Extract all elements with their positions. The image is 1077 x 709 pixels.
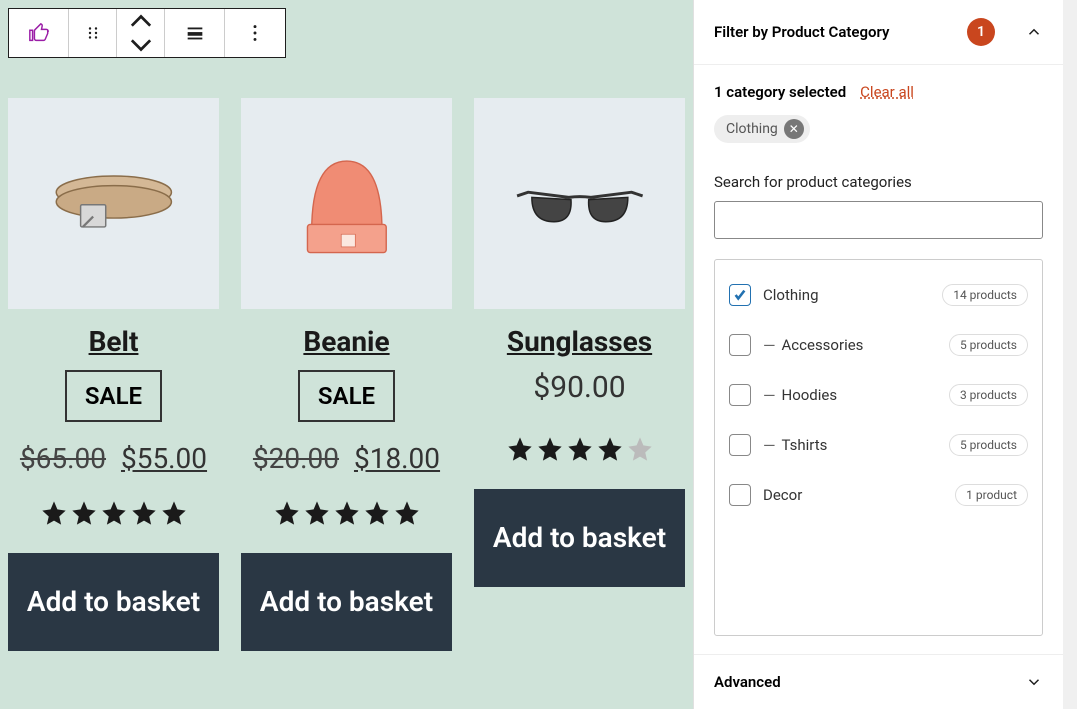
selected-count-text: 1 category selected <box>714 83 846 101</box>
star-icon <box>273 499 301 527</box>
category-count: 1 product <box>955 484 1028 506</box>
category-checkbox[interactable] <box>729 484 751 506</box>
product-rating <box>40 499 188 527</box>
product-card: Belt SALE $65.00 $55.00 Add to basket <box>8 98 219 651</box>
category-checkbox[interactable] <box>729 334 751 356</box>
sale-badge: SALE <box>298 370 395 422</box>
star-icon <box>70 499 98 527</box>
category-count: 5 products <box>949 334 1028 356</box>
drag-handle[interactable] <box>69 9 117 57</box>
star-icon <box>100 499 128 527</box>
more-vertical-icon <box>244 22 266 44</box>
product-title[interactable]: Belt <box>89 325 139 358</box>
move-block[interactable] <box>117 9 165 57</box>
product-image <box>8 98 219 309</box>
price-old: $20.00 <box>253 442 339 475</box>
product-title[interactable]: Sunglasses <box>507 325 652 358</box>
selection-count-badge: 1 <box>967 18 995 46</box>
category-name: Clothing <box>763 286 942 304</box>
product-title[interactable]: Beanie <box>303 325 389 358</box>
category-checkbox[interactable] <box>729 284 751 306</box>
star-icon <box>626 435 654 463</box>
price-old: $65.00 <box>20 442 106 475</box>
category-row: — Tshirts 5 products <box>729 420 1028 470</box>
category-count: 3 products <box>949 384 1028 406</box>
category-row: — Hoodies 3 products <box>729 370 1028 420</box>
product-image <box>474 98 685 309</box>
star-icon <box>333 499 361 527</box>
product-rating <box>273 499 421 527</box>
price-new: $18.00 <box>354 442 440 475</box>
star-icon <box>130 499 158 527</box>
category-checkbox[interactable] <box>729 434 751 456</box>
chip-label: Clothing <box>726 121 778 137</box>
search-label: Search for product categories <box>714 173 1043 191</box>
star-icon <box>566 435 594 463</box>
panel-title: Filter by Product Category <box>714 23 967 41</box>
add-to-basket-button[interactable]: Add to basket <box>241 553 452 651</box>
chevron-down-icon <box>1025 673 1043 691</box>
beanie-icon <box>273 140 421 267</box>
category-checkbox[interactable] <box>729 384 751 406</box>
category-name: Tshirts <box>782 436 949 454</box>
price-new: $55.00 <box>121 442 207 475</box>
star-icon <box>160 499 188 527</box>
product-price: $65.00 $55.00 <box>20 442 207 475</box>
category-name: Decor <box>763 486 955 504</box>
category-count: 14 products <box>942 284 1028 306</box>
category-list[interactable]: Clothing 14 products — Accessories 5 pro… <box>714 259 1043 636</box>
category-name: Accessories <box>782 336 949 354</box>
indent-dash: — <box>763 336 776 355</box>
category-count: 5 products <box>949 434 1028 456</box>
star-icon <box>506 435 534 463</box>
product-card: Sunglasses $90.00 Add to basket <box>474 98 685 651</box>
star-icon <box>393 499 421 527</box>
selected-summary: 1 category selected Clear all <box>714 83 1043 101</box>
more-options[interactable] <box>225 9 285 57</box>
sale-badge: SALE <box>65 370 162 422</box>
star-icon <box>303 499 331 527</box>
product-image <box>241 98 452 309</box>
category-row: Clothing 14 products <box>729 270 1028 320</box>
panel-header-advanced[interactable]: Advanced <box>694 654 1063 709</box>
block-toolbar <box>8 8 286 58</box>
add-to-basket-button[interactable]: Add to basket <box>474 489 685 587</box>
category-chip: Clothing ✕ <box>714 115 810 143</box>
star-icon <box>363 499 391 527</box>
star-icon <box>596 435 624 463</box>
product-card: Beanie SALE $20.00 $18.00 Add to basket <box>241 98 452 651</box>
indent-dash: — <box>763 386 776 405</box>
product-grid: Belt SALE $65.00 $55.00 Add to basket <box>0 10 693 671</box>
inspector-sidebar: Filter by Product Category 1 1 category … <box>693 0 1063 709</box>
category-row: — Accessories 5 products <box>729 320 1028 370</box>
clear-all-link[interactable]: Clear all <box>860 83 914 101</box>
product-price: $20.00 $18.00 <box>253 442 440 475</box>
belt-icon <box>40 140 188 267</box>
category-search-input[interactable] <box>714 201 1043 239</box>
advanced-title: Advanced <box>714 673 1025 691</box>
chevron-up-icon <box>1025 23 1043 41</box>
chevron-updown-icon <box>130 11 152 55</box>
block-type-icon[interactable] <box>9 9 69 57</box>
product-rating <box>506 435 654 463</box>
add-to-basket-button[interactable]: Add to basket <box>8 553 219 651</box>
editor-canvas: Belt SALE $65.00 $55.00 Add to basket <box>0 0 693 709</box>
category-name: Hoodies <box>782 386 949 404</box>
window-scrollbar[interactable] <box>1063 0 1077 709</box>
chip-remove-icon[interactable]: ✕ <box>784 119 804 139</box>
sunglasses-icon <box>506 140 654 267</box>
category-row: Decor 1 product <box>729 470 1028 520</box>
star-icon <box>40 499 68 527</box>
product-price: $90.00 <box>533 370 625 405</box>
panel-header-filter[interactable]: Filter by Product Category 1 <box>694 0 1063 65</box>
star-icon <box>536 435 564 463</box>
drag-icon <box>84 24 102 42</box>
align-button[interactable] <box>165 9 225 57</box>
indent-dash: — <box>763 436 776 455</box>
panel-body: 1 category selected Clear all Clothing ✕… <box>694 65 1063 654</box>
align-icon <box>184 22 206 44</box>
thumbs-up-icon <box>28 22 50 44</box>
